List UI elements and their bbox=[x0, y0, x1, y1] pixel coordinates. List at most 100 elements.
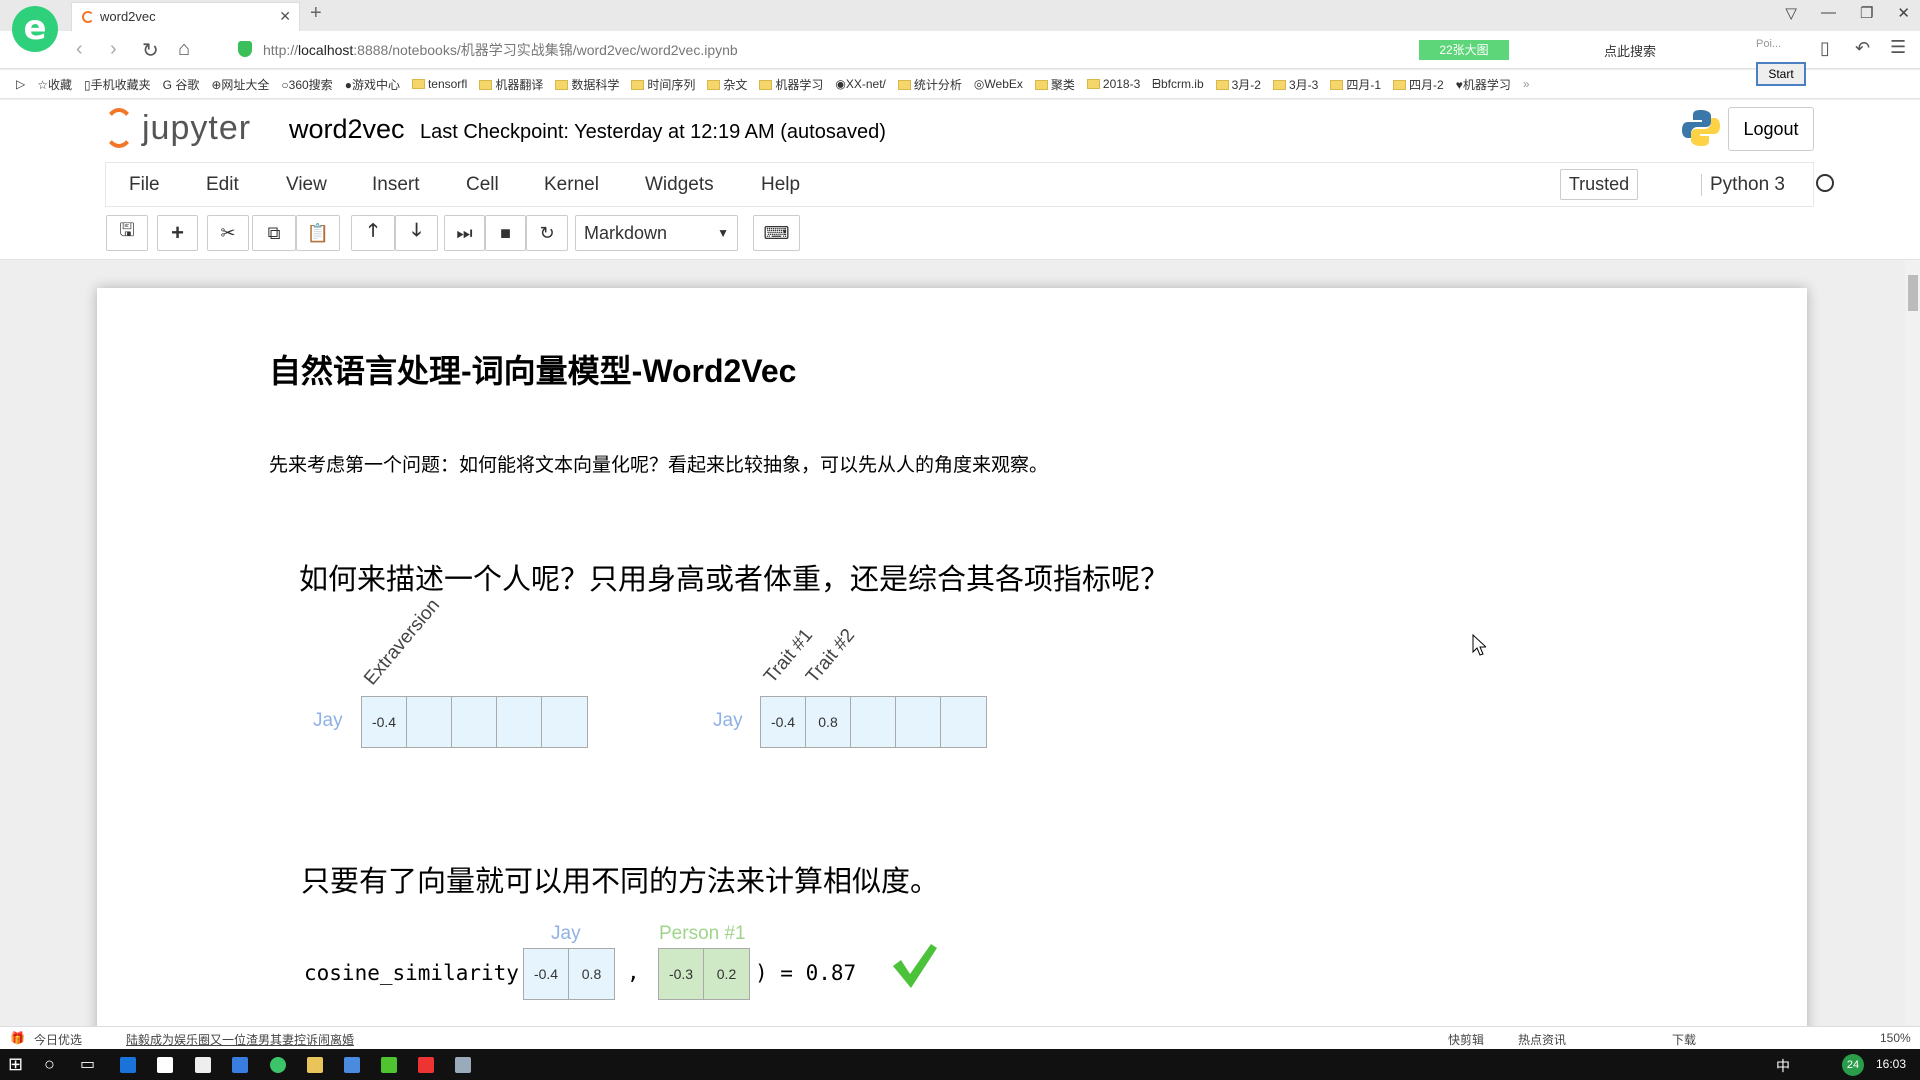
bookmark[interactable]: ⊕网址大全 bbox=[211, 76, 269, 93]
fig1-row-label: Jay bbox=[313, 710, 343, 731]
bookmark[interactable]: G 谷歌 bbox=[163, 76, 200, 93]
move-up-button[interactable]: 🡑 bbox=[351, 215, 395, 251]
quick-edit[interactable]: 快剪辑 bbox=[1448, 1031, 1484, 1048]
app-icon[interactable] bbox=[232, 1057, 248, 1073]
save-button[interactable]: 🖫 bbox=[106, 215, 148, 251]
search-box[interactable]: 点此搜索 bbox=[1604, 41, 1656, 60]
arrow-up-icon: 🡑 bbox=[368, 220, 378, 240]
bookmark[interactable]: ◎WebEx bbox=[974, 77, 1023, 91]
url-input[interactable]: http://localhost:8888/notebooks/机器学习实战集锦… bbox=[263, 40, 738, 60]
bookmark-folder[interactable]: 3月-3 bbox=[1272, 76, 1318, 93]
bookmark-folder[interactable]: 统计分析 bbox=[897, 76, 962, 93]
app-icon[interactable] bbox=[344, 1057, 360, 1073]
mail-icon[interactable] bbox=[195, 1057, 211, 1073]
new-tab-button[interactable]: + bbox=[310, 2, 322, 25]
copy-button[interactable]: ⧉ bbox=[252, 215, 296, 251]
close-tab-icon[interactable]: ✕ bbox=[279, 8, 291, 25]
jupyter-logo-icon bbox=[104, 108, 134, 148]
skin-icon[interactable]: ▽ bbox=[1785, 4, 1797, 22]
menu-edit[interactable]: Edit bbox=[206, 174, 239, 196]
menu-file[interactable]: File bbox=[129, 174, 160, 196]
home-icon[interactable]: ⌂ bbox=[178, 38, 190, 61]
paste-button[interactable]: 📋 bbox=[296, 215, 340, 251]
logout-button[interactable]: Logout bbox=[1728, 107, 1814, 151]
bookmark-folder[interactable]: tensorfl bbox=[411, 77, 467, 91]
scrollbar-thumb[interactable] bbox=[1908, 275, 1918, 311]
browser-logo-icon[interactable]: e bbox=[12, 6, 58, 52]
menu-icon[interactable]: ☰ bbox=[1890, 37, 1906, 58]
news-link[interactable]: 陆毅成为娱乐圈又一位渣男其妻控诉闹离婚 bbox=[126, 1031, 354, 1048]
device-icon[interactable]: ▯ bbox=[1820, 38, 1830, 59]
back-icon[interactable]: ‹ bbox=[76, 38, 83, 61]
run-button[interactable]: ⏭ bbox=[444, 215, 485, 251]
bookmark[interactable]: ▯手机收藏夹 bbox=[84, 76, 151, 93]
minimize-button[interactable]: — bbox=[1821, 4, 1836, 22]
store-icon[interactable] bbox=[157, 1057, 173, 1073]
close-window-button[interactable]: ✕ bbox=[1897, 4, 1910, 22]
ime-indicator[interactable]: 中 bbox=[1776, 1056, 1790, 1076]
menu-kernel[interactable]: Kernel bbox=[544, 174, 599, 196]
bookmark-folder[interactable]: 数据科学 bbox=[555, 76, 619, 93]
browser-taskbar-icon[interactable] bbox=[270, 1057, 286, 1073]
bookmark[interactable]: ●游戏中心 bbox=[345, 76, 400, 93]
maps-icon[interactable] bbox=[455, 1057, 471, 1073]
clock[interactable]: 16:03 bbox=[1876, 1057, 1906, 1071]
move-down-button[interactable]: 🡓 bbox=[395, 215, 438, 251]
bookmark-folder[interactable]: 2018-3 bbox=[1086, 77, 1140, 91]
image-heading-1: 如何来描述一个人呢？只用身高或者体重，还是综合其各项指标呢？ bbox=[299, 564, 1170, 596]
today-picks[interactable]: 今日优选 bbox=[34, 1031, 82, 1048]
jupyter-logo[interactable]: jupyter bbox=[104, 108, 251, 148]
trusted-indicator[interactable]: Trusted bbox=[1560, 169, 1638, 200]
command-palette-button[interactable]: ⌨ bbox=[753, 215, 800, 251]
scrollbar[interactable] bbox=[1905, 260, 1920, 1026]
bookmark[interactable]: ᗸbfcrm.ib bbox=[1152, 77, 1203, 92]
bookmark-folder[interactable]: 四月-2 bbox=[1393, 76, 1444, 93]
browser-tab[interactable]: word2vec ✕ bbox=[71, 2, 300, 31]
bookmark-folder[interactable]: 机器翻译 bbox=[479, 76, 543, 93]
cell-type-select[interactable]: Markdown ▼ bbox=[575, 215, 738, 251]
notebook-name[interactable]: word2vec bbox=[289, 114, 405, 145]
recorder-icon[interactable] bbox=[418, 1057, 434, 1073]
bookmark-folder[interactable]: 时间序列 bbox=[631, 76, 695, 93]
insert-cell-button[interactable]: + bbox=[157, 215, 198, 251]
task-view-icon[interactable]: ▭ bbox=[80, 1054, 95, 1074]
interrupt-button[interactable]: ■ bbox=[485, 215, 526, 251]
reload-icon[interactable]: ↻ bbox=[142, 38, 159, 63]
restart-button[interactable]: ↻ bbox=[526, 215, 568, 251]
zoom-level[interactable]: 150% bbox=[1880, 1031, 1911, 1045]
menu-widgets[interactable]: Widgets bbox=[645, 174, 714, 196]
arrow-down-icon: 🡓 bbox=[411, 220, 422, 240]
bookmark-folder[interactable]: 杂文 bbox=[707, 76, 747, 93]
downloads[interactable]: 下载 bbox=[1672, 1031, 1696, 1048]
cortana-icon[interactable]: ○ bbox=[44, 1054, 55, 1075]
start-button[interactable]: Start bbox=[1756, 62, 1806, 86]
bookmark[interactable]: ○360搜索 bbox=[281, 76, 332, 93]
menu-cell[interactable]: Cell bbox=[466, 174, 499, 196]
menu-view[interactable]: View bbox=[286, 174, 327, 196]
bookmark-folder[interactable]: 机器学习 bbox=[759, 76, 823, 93]
explorer-icon[interactable] bbox=[307, 1057, 323, 1073]
forward-icon[interactable]: › bbox=[110, 38, 117, 61]
camtasia-icon[interactable] bbox=[381, 1057, 397, 1073]
pics-badge[interactable]: 22张大图 bbox=[1419, 40, 1509, 60]
bookmark[interactable]: ☆收藏 bbox=[37, 76, 72, 93]
menu-insert[interactable]: Insert bbox=[372, 174, 420, 196]
undo-icon[interactable]: ↶ bbox=[1855, 38, 1870, 59]
bookmarks-bar: ▷ ☆收藏 ▯手机收藏夹 G 谷歌 ⊕网址大全 ○360搜索 ●游戏中心 ten… bbox=[0, 70, 1920, 99]
hot-news[interactable]: 热点资讯 bbox=[1518, 1031, 1566, 1048]
windows-start-icon[interactable]: ⊞ bbox=[8, 1054, 23, 1075]
edge-icon[interactable] bbox=[120, 1057, 136, 1073]
menu-help[interactable]: Help bbox=[761, 174, 800, 196]
bookmark-folder[interactable]: 聚类 bbox=[1034, 76, 1075, 93]
sidebar-toggle-icon[interactable]: ▷ bbox=[16, 77, 25, 91]
cut-button[interactable]: ✂ bbox=[207, 215, 249, 251]
bookmark[interactable]: ◉XX-net/ bbox=[835, 77, 886, 91]
bookmark-folder[interactable]: 四月-1 bbox=[1330, 76, 1381, 93]
markdown-cell[interactable]: 自然语言处理-词向量模型-Word2Vec 先来考虑第一个问题：如何能将文本向量… bbox=[97, 288, 1807, 1026]
bookmark-folder[interactable]: 3月-2 bbox=[1215, 76, 1261, 93]
tab-title: word2vec bbox=[100, 9, 156, 24]
more-bookmarks-icon[interactable]: » bbox=[1523, 77, 1530, 91]
bookmark[interactable]: ♥机器学习 bbox=[1456, 76, 1511, 93]
restore-button[interactable]: ❐ bbox=[1860, 4, 1873, 22]
notification-badge[interactable]: 24 bbox=[1842, 1054, 1864, 1076]
